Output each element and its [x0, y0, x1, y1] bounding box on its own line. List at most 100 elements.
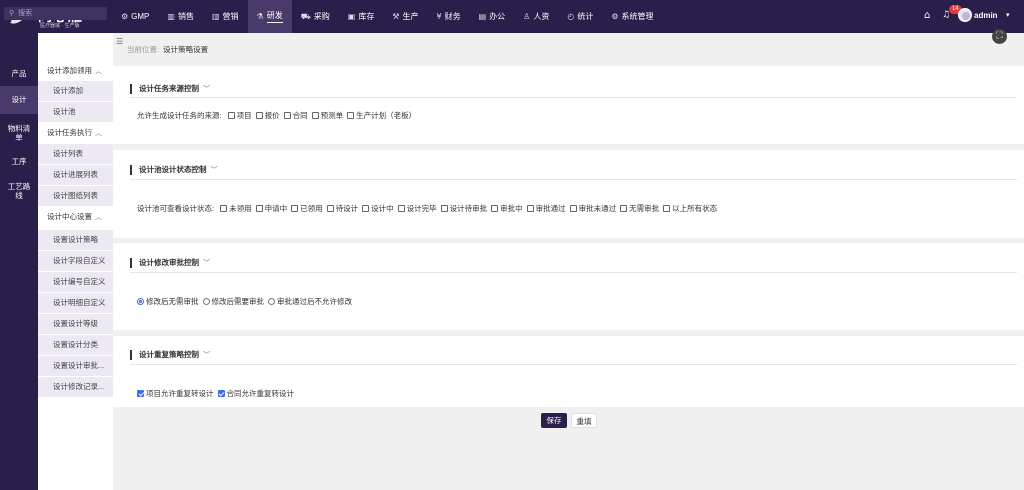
- top-bar: 同心雁 医疗器械 · 生产版 ⚙GMP ▥销售 ▥营销 ⚗研发 ⛟采购 ▣库存 …: [0, 0, 1024, 33]
- main-nav: ⚙ GMP ▥ 销售 ▥ 营销 ⚗ 研发 ⛟ 采购 ▣ 库存 ⚒ 生产 ¥ 财务 ▤ 办公 ♙ 人资…: [112, 0, 663, 33]
- submenu-item-approval[interactable]: 设置设计审批...: [38, 356, 113, 376]
- checkbox-claimed[interactable]: 已领用: [291, 203, 323, 214]
- submenu-item-strategy[interactable]: 设置设计策略: [38, 230, 113, 250]
- gear-icon: ⚙: [121, 12, 129, 21]
- repeat-options-row: 项目允许重复转设计 合同允许重复转设计: [137, 388, 298, 399]
- nav-item-finance[interactable]: ¥ 财务: [428, 0, 470, 33]
- chevron-down-icon[interactable]: ▾: [1006, 11, 1010, 19]
- submenu-group-add[interactable]: 设计添加领用 ︿: [38, 61, 113, 81]
- briefcase-icon: ▤: [478, 12, 487, 21]
- nav-item-inventory[interactable]: ▣ 库存: [339, 0, 384, 33]
- divider: [130, 364, 1017, 365]
- box-icon: ▣: [347, 12, 356, 21]
- breadcrumb: 当前位置: 设计策略设置: [127, 45, 209, 54]
- search-input[interactable]: ⚲ 搜索: [4, 7, 107, 20]
- radio-no-modify-after-approval[interactable]: 审批通过后不允许修改: [268, 296, 352, 307]
- checkbox-project[interactable]: 项目: [227, 110, 252, 121]
- checkbox-design-done[interactable]: 设计完毕: [397, 203, 437, 214]
- nav-item-system[interactable]: ⚙ 系统管理: [602, 0, 662, 33]
- sidebar-item-product[interactable]: 产品: [0, 67, 38, 81]
- checkbox-contract-repeat[interactable]: 合同允许重复转设计: [217, 388, 294, 399]
- chevron-down-icon[interactable]: ﹀: [211, 166, 218, 174]
- collapse-menu-icon[interactable]: ☰: [116, 37, 123, 46]
- checkbox-applying[interactable]: 申请中: [255, 203, 287, 214]
- checkbox-project-repeat[interactable]: 项目允许重复转设计: [137, 388, 214, 399]
- page-title: 设计策略设置: [163, 45, 209, 54]
- sidebar-item-route[interactable]: 工艺路线: [0, 180, 38, 202]
- submenu-item-modify-log[interactable]: 设计修改记录...: [38, 377, 113, 397]
- reset-button[interactable]: 重填: [571, 413, 597, 428]
- checkbox-no-approval[interactable]: 无需审批: [620, 203, 659, 214]
- primary-sidebar: 产品 设计 物料清单 工序 工艺路线: [0, 33, 38, 490]
- checkbox-forecast[interactable]: 预测单: [311, 110, 343, 121]
- clock-icon: ◴: [567, 12, 575, 21]
- chevron-down-icon[interactable]: ﹀: [203, 85, 210, 93]
- chevron-up-icon: ︿: [95, 129, 102, 137]
- submenu-item-progress-list[interactable]: 设计进展列表: [38, 165, 113, 185]
- fullscreen-icon[interactable]: ⛶: [992, 29, 1007, 44]
- divider: [130, 97, 1017, 98]
- nav-item-hr[interactable]: ♙ 人资: [514, 0, 558, 33]
- sidebar-item-design[interactable]: 设计: [0, 86, 38, 114]
- checkbox-quote[interactable]: 报价: [255, 110, 280, 121]
- submenu-item-design-list[interactable]: 设计列表: [38, 144, 113, 164]
- submenu-item-design-pool[interactable]: 设计池: [38, 102, 113, 122]
- nav-item-purchase[interactable]: ⛟ 采购: [292, 0, 339, 33]
- nav-item-production[interactable]: ⚒ 生产: [383, 0, 427, 33]
- nav-item-marketing[interactable]: ▥ 营销: [203, 0, 248, 33]
- cart-icon: ⛟: [300, 11, 311, 21]
- chevron-up-icon: ︿: [95, 67, 102, 75]
- submenu-item-code-custom[interactable]: 设计编号自定义: [38, 272, 113, 292]
- panel-title: 设计重复策略控制 ﹀: [130, 350, 210, 360]
- chevron-up-icon: ︿: [95, 213, 102, 221]
- panel-task-source: 设计任务来源控制 ﹀ 允许生成设计任务的来源: 项目 报价 合同 预测单 生产计划…: [113, 66, 1024, 144]
- nav-item-sales[interactable]: ▥ 销售: [158, 0, 203, 33]
- checkbox-pending-approval[interactable]: 设计待审批: [440, 203, 487, 214]
- checkbox-rejected[interactable]: 审批未通过: [569, 203, 616, 214]
- panel-modify-approval: 设计修改审批控制 ﹀ 修改后无需审批 修改后需要审批 审批通过后不允许修改: [113, 243, 1024, 330]
- bar-chart-icon: ▥: [167, 12, 175, 21]
- checkbox-production-plan[interactable]: 生产计划（老板）: [347, 110, 416, 121]
- panel-repeat-strategy: 设计重复策略控制 ﹀ 项目允许重复转设计 合同允许重复转设计: [113, 336, 1024, 407]
- sidebar-item-bom[interactable]: 物料清单: [0, 122, 38, 144]
- checkbox-all-status[interactable]: 以上所有状态: [663, 203, 717, 214]
- home-icon[interactable]: ⌂: [924, 10, 930, 21]
- nav-item-gmp[interactable]: ⚙ GMP: [112, 0, 158, 33]
- submenu-group-exec[interactable]: 设计任务执行 ︿: [38, 123, 113, 143]
- flask-icon: ⚗: [256, 12, 264, 21]
- submenu: 设计添加领用 ︿ 设计添加 设计池 设计任务执行 ︿ 设计列表 设计进展列表 设计图…: [38, 33, 113, 490]
- modify-options-row: 修改后无需审批 修改后需要审批 审批通过后不允许修改: [137, 296, 356, 307]
- chevron-down-icon[interactable]: ﹀: [203, 351, 210, 359]
- checkbox-unclaimed[interactable]: 未领用: [220, 203, 252, 214]
- panel-title: 设计池设计状态控制 ﹀: [130, 165, 218, 175]
- nav-item-rnd[interactable]: ⚗ 研发: [247, 0, 292, 33]
- submenu-item-detail-custom[interactable]: 设计明细自定义: [38, 293, 113, 313]
- radio-need-approval[interactable]: 修改后需要审批: [202, 296, 264, 307]
- submenu-group-settings[interactable]: 设计中心设置 ︿: [38, 207, 113, 227]
- submenu-item-drawing-list[interactable]: 设计图纸列表: [38, 186, 113, 206]
- checkbox-approved[interactable]: 审批通过: [526, 203, 566, 214]
- sidebar-item-process[interactable]: 工序: [0, 155, 38, 169]
- save-button[interactable]: 保存: [541, 413, 567, 428]
- chevron-down-icon[interactable]: ﹀: [203, 259, 210, 267]
- panel-title: 设计修改审批控制 ﹀: [130, 258, 210, 268]
- checkbox-to-design[interactable]: 待设计: [326, 203, 358, 214]
- submenu-item-level[interactable]: 设置设计等级: [38, 314, 113, 334]
- submenu-item-field-custom[interactable]: 设计字段自定义: [38, 251, 113, 271]
- factory-icon: ⚒: [392, 12, 400, 21]
- submenu-item-design-add[interactable]: 设计添加: [38, 81, 113, 101]
- checkbox-approving[interactable]: 审批中: [491, 203, 523, 214]
- app-subtitle: 医疗器械 · 生产版: [40, 23, 80, 29]
- person-icon: ♙: [523, 12, 531, 21]
- bar-chart-icon: ▥: [211, 12, 220, 21]
- nav-item-office[interactable]: ▤ 办公: [470, 0, 515, 33]
- checkbox-contract[interactable]: 合同: [283, 110, 308, 121]
- gear-icon: ⚙: [611, 12, 619, 21]
- username[interactable]: admin: [974, 11, 998, 20]
- avatar[interactable]: [958, 8, 972, 22]
- nav-item-stats[interactable]: ◴ 统计: [558, 0, 602, 33]
- checkbox-designing[interactable]: 设计中: [362, 203, 394, 214]
- yen-icon: ¥: [436, 12, 442, 21]
- radio-no-approval[interactable]: 修改后无需审批: [137, 296, 199, 307]
- submenu-item-category[interactable]: 设置设计分类: [38, 335, 113, 355]
